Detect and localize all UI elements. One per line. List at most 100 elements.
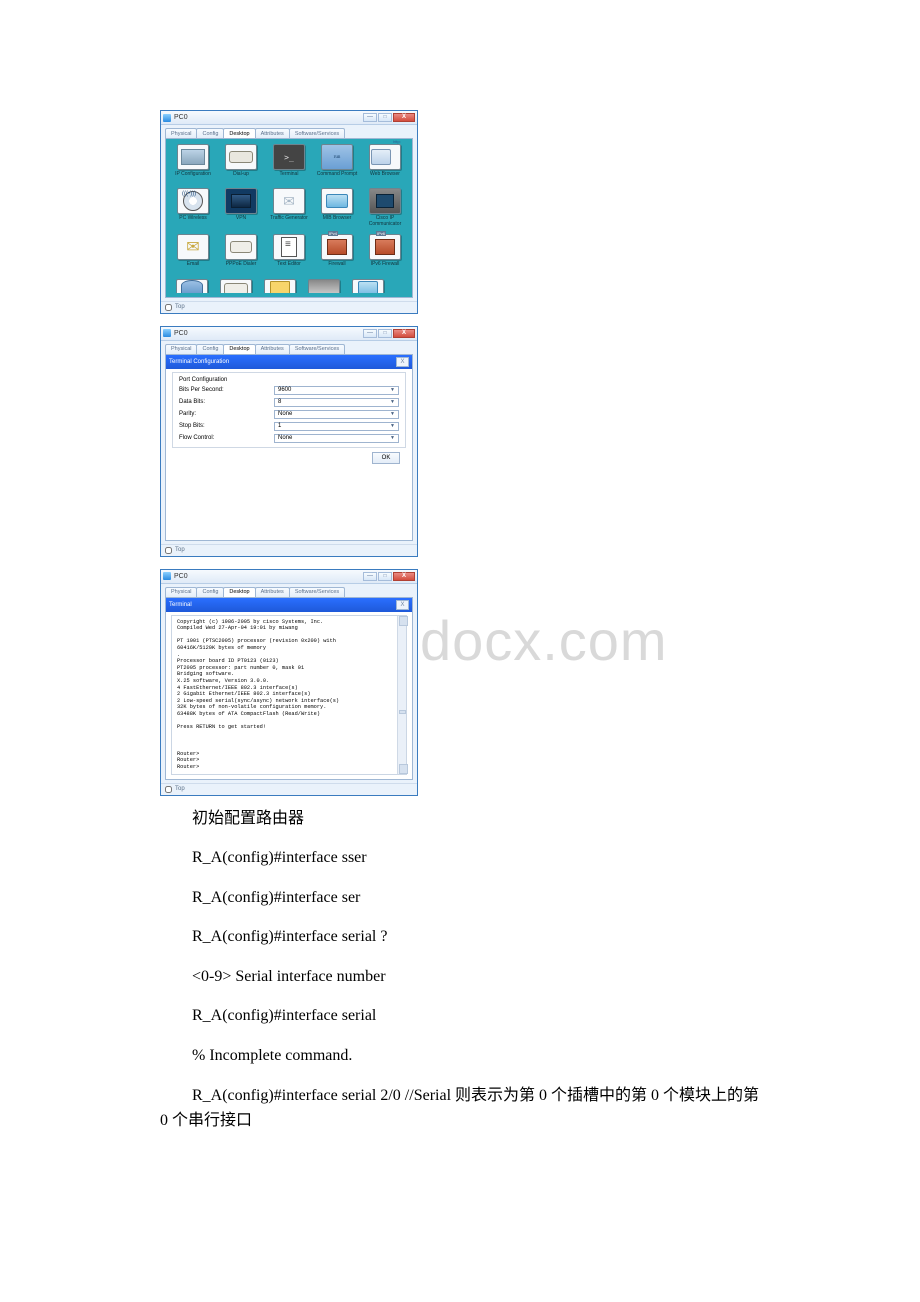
partial-row — [172, 279, 406, 293]
top-checkbox-row: Top — [161, 783, 417, 795]
app-label: Text Editor — [277, 262, 301, 272]
desktop-app[interactable]: Traffic Generator — [268, 188, 310, 228]
app-label: Email — [187, 262, 200, 272]
text-line: R_A(config)#interface serial ? — [160, 926, 760, 948]
text-line: <0-9> Serial interface number — [160, 966, 760, 988]
tab-desktop[interactable]: Desktop — [223, 128, 255, 138]
ico-wifi-icon — [177, 188, 209, 214]
app-label: Firewall — [328, 262, 345, 272]
top-checkbox[interactable] — [165, 304, 172, 311]
field-label: Bits Per Second: — [179, 387, 274, 393]
app-icon-partial-2[interactable] — [220, 279, 252, 293]
ico-mib-icon — [321, 188, 353, 214]
app-icon-partial-1[interactable] — [176, 279, 208, 293]
field-value: 1 — [278, 423, 281, 429]
minimize-button[interactable]: — — [363, 572, 377, 581]
desktop-app[interactable]: PC Wireless — [172, 188, 214, 228]
panel-close-button[interactable]: X — [396, 357, 409, 367]
scrollbar[interactable] — [397, 616, 406, 774]
dropdown-field[interactable]: 1▼ — [274, 422, 399, 431]
desktop-app[interactable]: MIB Browser — [316, 188, 358, 228]
tab-config[interactable]: Config — [196, 128, 224, 138]
top-checkbox-row: Top — [161, 544, 417, 556]
text-line: R_A(config)#interface serial — [160, 1005, 760, 1027]
minimize-button[interactable]: — — [363, 329, 377, 338]
tab-attributes[interactable]: Attributes — [255, 128, 290, 138]
dropdown-field[interactable]: None▼ — [274, 434, 399, 443]
desktop-app[interactable]: Firewall — [316, 234, 358, 272]
dropdown-field[interactable]: 9600 ▼ — [274, 386, 399, 395]
form-row: Flow Control:None▼ — [179, 434, 399, 443]
app-label: IPv6 Firewall — [371, 262, 400, 272]
desktop-app[interactable]: Dial-up — [220, 144, 262, 182]
desktop-app[interactable]: IP Configuration — [172, 144, 214, 182]
tab-config[interactable]: Config — [196, 587, 224, 597]
tab-bar: Physical Config Desktop Attributes Softw… — [161, 125, 417, 138]
desktop-app[interactable]: Terminal — [268, 144, 310, 182]
desktop-app[interactable]: Command Prompt — [316, 144, 358, 182]
tab-software-services[interactable]: Software/Services — [289, 128, 345, 138]
app-label: VPN — [236, 216, 246, 226]
tab-software-services[interactable]: Software/Services — [289, 587, 345, 597]
screenshot-terminal-config: PC0 — □ X Physical Config Desktop Attrib… — [160, 326, 760, 557]
maximize-button[interactable]: □ — [378, 572, 392, 581]
app-icon-partial-4[interactable] — [308, 279, 340, 293]
text-line-cont: 0 个串行接口 — [160, 1110, 760, 1132]
app-icon-partial-3[interactable] — [264, 279, 296, 293]
desktop-app[interactable]: Cisco IP Communicator — [364, 188, 406, 228]
desktop-app[interactable]: VPN — [220, 188, 262, 228]
maximize-button[interactable]: □ — [378, 113, 392, 122]
tab-physical[interactable]: Physical — [165, 128, 197, 138]
app-label: Dial-up — [233, 172, 249, 182]
app-label: MIB Browser — [323, 216, 352, 226]
close-button[interactable]: X — [393, 572, 415, 581]
tab-desktop[interactable]: Desktop — [223, 344, 255, 354]
app-label: Traffic Generator — [270, 216, 308, 226]
field-label: Data Bits: — [179, 399, 274, 405]
chevron-down-icon: ▼ — [390, 387, 395, 393]
desktop-app[interactable]: IPv6 Firewall — [364, 234, 406, 272]
tab-attributes[interactable]: Attributes — [255, 344, 290, 354]
form-row: Stop Bits:1▼ — [179, 422, 399, 431]
maximize-button[interactable]: □ — [378, 329, 392, 338]
desktop-app[interactable]: PPPoE Dialer — [220, 234, 262, 272]
tab-config[interactable]: Config — [196, 344, 224, 354]
tab-attributes[interactable]: Attributes — [255, 587, 290, 597]
panel-close-button[interactable]: X — [396, 600, 409, 610]
desktop-app[interactable]: Email — [172, 234, 214, 272]
close-button[interactable]: X — [393, 113, 415, 122]
ok-button[interactable]: OK — [372, 452, 400, 464]
top-label: Top — [175, 786, 185, 792]
ico-vpn-icon — [225, 188, 257, 214]
field-value: 9600 — [278, 387, 291, 393]
app-label: Command Prompt — [317, 172, 358, 182]
dropdown-field[interactable]: 8▼ — [274, 398, 399, 407]
app-icon — [163, 329, 171, 337]
screenshot-terminal-output: PC0 — □ X Physical Config Desktop Attrib… — [160, 569, 760, 796]
screenshot-desktop-apps: PC0 — □ X Physical Config Desktop Attrib… — [160, 110, 760, 314]
text-line: 初始配置路由器 — [160, 808, 760, 830]
ico-email-icon — [177, 234, 209, 260]
app-icon-partial-5[interactable] — [352, 279, 384, 293]
top-checkbox[interactable] — [165, 786, 172, 793]
tab-desktop[interactable]: Desktop — [223, 587, 255, 597]
app-label: PC Wireless — [179, 216, 207, 226]
top-checkbox[interactable] — [165, 547, 172, 554]
desktop-app[interactable]: Web Browser — [364, 144, 406, 182]
minimize-button[interactable]: — — [363, 113, 377, 122]
tab-physical[interactable]: Physical — [165, 587, 197, 597]
dropdown-field[interactable]: None▼ — [274, 410, 399, 419]
desktop-app[interactable]: Text Editor — [268, 234, 310, 272]
terminal-panel: Terminal X Copyright (c) 1986-2005 by ci… — [165, 597, 413, 780]
ico-web-icon — [369, 144, 401, 170]
ico-term-icon — [273, 144, 305, 170]
terminal-output[interactable]: Copyright (c) 1986-2005 by cisco Systems… — [171, 615, 407, 775]
ico-pppoe-icon — [225, 234, 257, 260]
window-title: PC0 — [174, 330, 188, 337]
close-button[interactable]: X — [393, 329, 415, 338]
app-label: Terminal — [280, 172, 299, 182]
window-titlebar: PC0 — □ X — [161, 327, 417, 341]
tab-software-services[interactable]: Software/Services — [289, 344, 345, 354]
ico-ip-icon — [177, 144, 209, 170]
tab-physical[interactable]: Physical — [165, 344, 197, 354]
